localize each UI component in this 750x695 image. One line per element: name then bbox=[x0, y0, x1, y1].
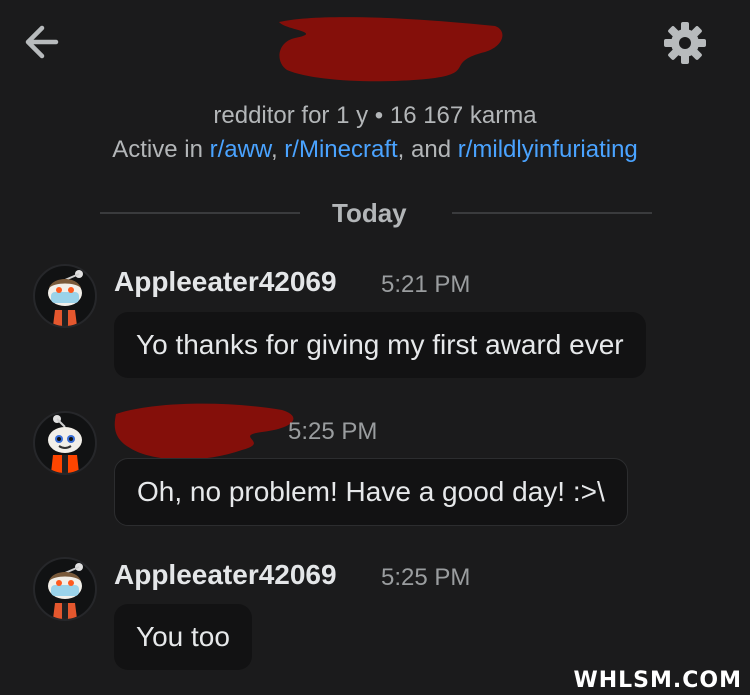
avatar[interactable] bbox=[33, 264, 97, 328]
subreddit-link-mildlyinfuriating[interactable]: r/mildlyinfuriating bbox=[458, 136, 638, 163]
profile-meta: redditor for 1 y • 16 167 karma bbox=[213, 102, 537, 129]
message-timestamp: 5:21 PM bbox=[381, 271, 471, 298]
message-bubble[interactable]: You too bbox=[114, 604, 252, 670]
avatar[interactable] bbox=[33, 557, 97, 621]
message-username[interactable]: Appleeater42069 bbox=[114, 559, 337, 591]
active-prefix: Active in bbox=[112, 136, 210, 163]
message-text: Yo thanks for giving my first award ever bbox=[136, 329, 624, 360]
message-text: Oh, no problem! Have a good day! :>\ bbox=[137, 476, 605, 507]
subreddit-link-aww[interactable]: r/aww bbox=[210, 136, 271, 163]
divider-right bbox=[452, 212, 652, 214]
header-title-redaction bbox=[275, 12, 507, 84]
watermark: WHLSM.COM bbox=[573, 668, 742, 693]
separator: , and bbox=[397, 136, 458, 163]
gear-icon[interactable] bbox=[662, 20, 708, 66]
message-bubble[interactable]: Oh, no problem! Have a good day! :>\ bbox=[114, 458, 628, 526]
message-bubble[interactable]: Yo thanks for giving my first award ever bbox=[114, 312, 646, 378]
date-divider-label: Today bbox=[332, 198, 407, 228]
message-username[interactable]: Appleeater42069 bbox=[114, 266, 337, 298]
snoo-avatar-icon bbox=[48, 563, 83, 619]
subreddit-link-minecraft[interactable]: r/Minecraft bbox=[284, 136, 397, 163]
message-text: You too bbox=[136, 621, 230, 652]
snoo-avatar-icon bbox=[48, 415, 82, 473]
avatar[interactable] bbox=[33, 411, 97, 475]
message-timestamp: 5:25 PM bbox=[288, 418, 378, 445]
back-arrow-icon[interactable] bbox=[20, 22, 60, 62]
active-in-line: Active in r/aww, r/Minecraft, and r/mild… bbox=[0, 136, 750, 164]
divider-left bbox=[100, 212, 300, 214]
message-timestamp: 5:25 PM bbox=[381, 564, 471, 591]
separator: , bbox=[270, 136, 285, 163]
message-username-redaction bbox=[112, 398, 302, 466]
snoo-avatar-icon bbox=[48, 270, 83, 326]
